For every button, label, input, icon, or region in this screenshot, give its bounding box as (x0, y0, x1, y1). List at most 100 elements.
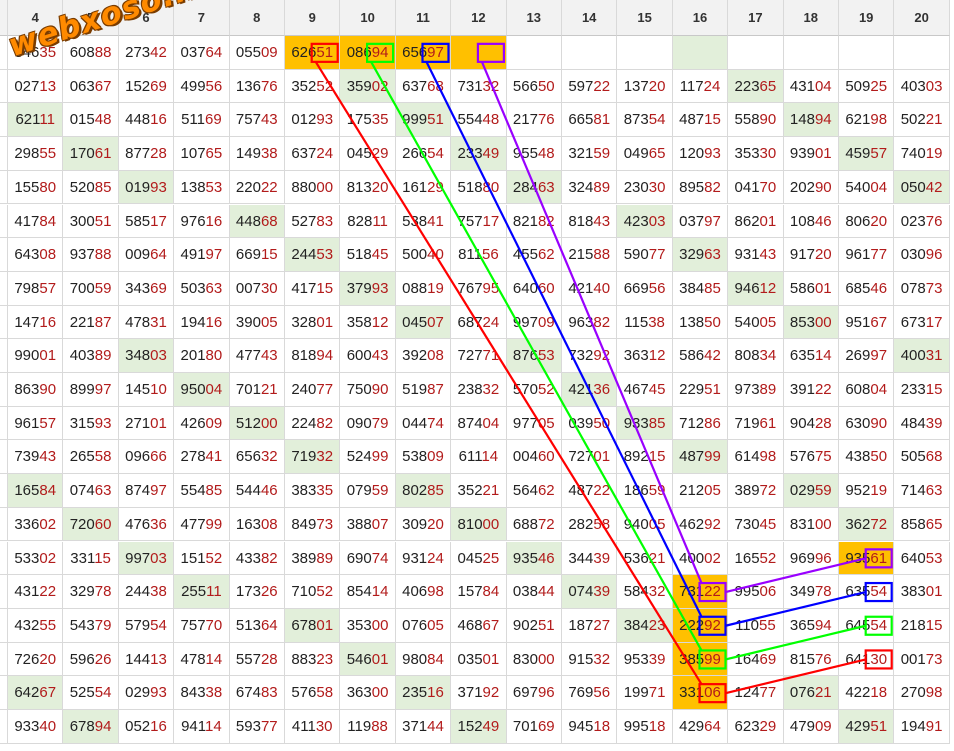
result-cell: 32489 (562, 170, 618, 205)
result-cell: 21588 (562, 238, 618, 272)
result-cell: 99506 (728, 575, 784, 609)
result-cell: 10846 (783, 204, 839, 239)
row-stub (0, 642, 8, 677)
result-cell: 38599 (672, 642, 729, 677)
result-cell (506, 36, 562, 70)
column-header: 14 (562, 0, 618, 36)
result-cell: 82182 (506, 204, 562, 239)
result-cell: 93546 (506, 541, 562, 576)
result-cell: 36312 (617, 339, 673, 373)
result-cell: 75090 (340, 373, 396, 407)
result-cell: 32159 (562, 137, 618, 171)
result-cell: 34978 (783, 575, 839, 609)
result-cell: 97389 (728, 373, 784, 407)
result-cell: 15249 (451, 710, 507, 744)
result-cell: 26654 (395, 137, 452, 171)
result-cell: 55448 (451, 103, 507, 138)
result-cell: 51987 (395, 373, 452, 407)
result-cell: 14938 (229, 137, 285, 171)
result-cell: 03501 (451, 642, 507, 677)
result-cell: 94612 (728, 271, 784, 306)
result-cell: 15269 (118, 69, 175, 104)
result-cell: 19971 (617, 676, 673, 710)
result-cell: 95004 (174, 373, 230, 407)
result-cell: 57052 (506, 373, 562, 407)
result-cell: 40303 (894, 69, 950, 104)
result-cell: 85414 (340, 575, 396, 609)
column-header: 16 (672, 0, 729, 36)
result-cell: 18659 (617, 474, 673, 508)
row-stub (0, 103, 8, 138)
result-cell: 44868 (229, 204, 285, 239)
result-cell: 17061 (63, 137, 119, 171)
result-cell: 11055 (728, 608, 784, 643)
result-cell: 64053 (894, 541, 950, 576)
result-cell: 95219 (839, 474, 895, 508)
result-cell: 50568 (894, 440, 950, 475)
result-cell: 64267 (8, 676, 64, 710)
result-cell: 48722 (562, 474, 618, 508)
result-cell: 54601 (340, 642, 396, 677)
result-cell: 93385 (617, 406, 673, 441)
result-cell: 02713 (8, 69, 64, 104)
result-cell: 19491 (894, 710, 950, 744)
result-cell: 19416 (174, 305, 230, 340)
result-cell: 03950 (562, 406, 618, 441)
result-cell: 81320 (340, 170, 396, 205)
result-cell: 52085 (63, 170, 119, 205)
result-cell: 46867 (451, 608, 507, 643)
result-cell: 50925 (839, 69, 895, 104)
result-cell: 66581 (562, 103, 618, 138)
column-header: 17 (728, 0, 784, 36)
result-cell: 43850 (839, 440, 895, 475)
result-cell: 55485 (174, 474, 230, 508)
result-cell: 17535 (340, 103, 396, 138)
result-cell: 07463 (63, 474, 119, 508)
result-cell: 75717 (451, 204, 507, 239)
row-stub (0, 474, 8, 508)
result-cell: 87404 (451, 406, 507, 441)
row-stub (0, 271, 8, 306)
result-cell: 11724 (672, 69, 729, 104)
result-cell: 23315 (894, 373, 950, 407)
result-cell: 69074 (340, 541, 396, 576)
result-cell: 35330 (728, 137, 784, 171)
result-cell: 15152 (174, 541, 230, 576)
result-cell: 73292 (562, 339, 618, 373)
result-cell: 93143 (728, 238, 784, 272)
result-cell (783, 36, 839, 70)
result-cell: 94518 (562, 710, 618, 744)
result-cell: 53621 (617, 541, 673, 576)
result-cell: 23516 (395, 676, 452, 710)
result-cell: 80285 (395, 474, 452, 508)
result-cell: 42951 (839, 710, 895, 744)
result-cell: 33106 (672, 676, 729, 710)
result-cell: 04965 (617, 137, 673, 171)
result-cell: 35902 (340, 69, 396, 104)
result-cell: 69796 (506, 676, 562, 710)
row-stub (0, 339, 8, 373)
result-cell: 94005 (617, 507, 673, 542)
result-cell: 72620 (8, 642, 64, 677)
result-cell: 43255 (8, 608, 64, 643)
result-cell: 35300 (340, 608, 396, 643)
result-cell: 04474 (395, 406, 452, 441)
result-cell: 30051 (63, 204, 119, 239)
result-cell: 27098 (894, 676, 950, 710)
result-cell: 49956 (174, 69, 230, 104)
result-cell: 61114 (451, 440, 507, 475)
result-cell: 51200 (229, 406, 285, 441)
result-cell: 90428 (783, 406, 839, 441)
result-cell: 47636 (118, 507, 175, 542)
result-cell: 36594 (783, 608, 839, 643)
result-cell: 96177 (839, 238, 895, 272)
result-cell: 00730 (229, 271, 285, 306)
result-cell: 83100 (783, 507, 839, 542)
result-cell: 64554 (839, 608, 895, 643)
result-cell: 72060 (63, 507, 119, 542)
result-cell: 48799 (672, 440, 729, 475)
result-cell: 39005 (229, 305, 285, 340)
result-cell: 20290 (783, 170, 839, 205)
result-cell: 12093 (672, 137, 729, 171)
result-cell: 62111 (8, 103, 64, 138)
